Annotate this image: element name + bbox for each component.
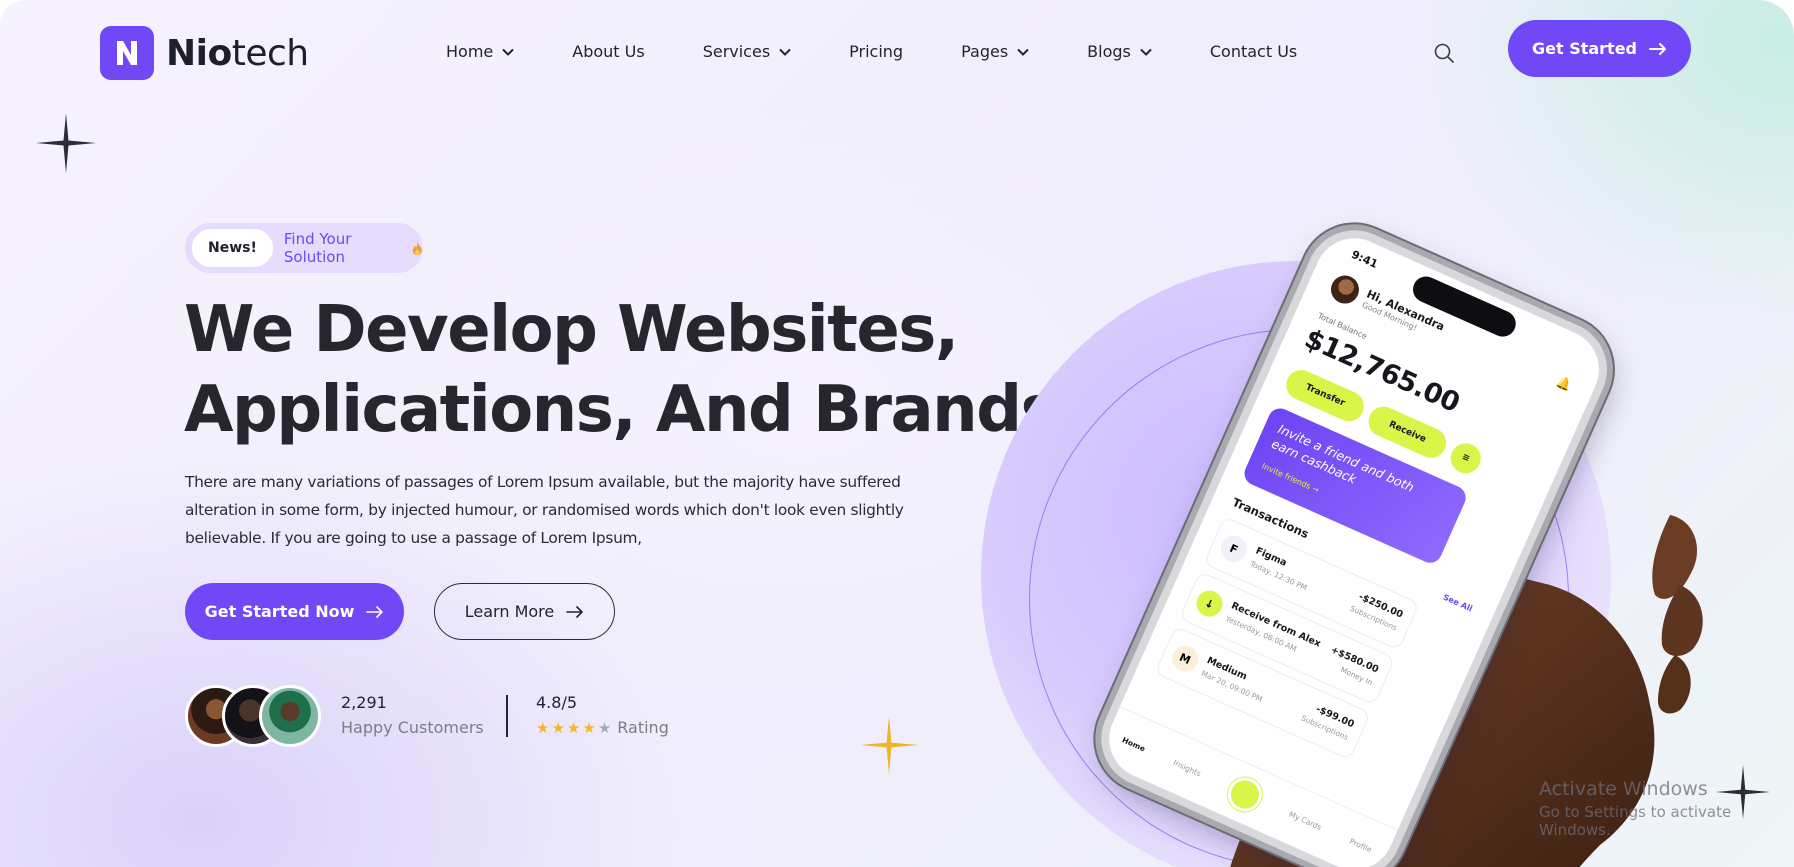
tab-home: Home [1120,735,1147,754]
nav-label: Pricing [849,42,904,61]
arrow-right-icon [1649,42,1666,55]
sparkle-icon [36,113,96,173]
search-button[interactable] [1433,42,1455,64]
figma-icon: F [1216,531,1252,566]
rating-label: Rating [617,718,669,737]
logo-mark [100,26,154,80]
nav-item-home[interactable]: Home [446,42,514,61]
windows-watermark-title: Activate Windows [1539,778,1708,800]
landing-page: Niotech Home About Us Services Pricing P… [0,0,1794,867]
arrow-right-icon [366,605,384,618]
nav-label: Home [446,42,494,61]
nav-item-about[interactable]: About Us [572,42,644,61]
button-label: Get Started Now [204,602,355,621]
star-icon: ★ [566,718,581,737]
nav-label: Blogs [1087,42,1131,61]
button-label: Get Started [1531,39,1637,58]
nav-item-pricing[interactable]: Pricing [849,42,903,61]
hero-title: We Develop Websites, Applications, And B… [184,290,1081,450]
nav-label: Pages [961,42,1009,61]
avatar [1326,271,1364,309]
star-icon: ★ [582,718,596,737]
menu-icon: ≡ [1445,438,1486,479]
star-empty-icon: ★ [597,718,612,737]
fire-icon [412,241,422,255]
sparkle-icon [860,716,918,774]
chevron-down-icon [502,48,514,56]
button-label: Learn More [464,602,555,621]
rating-value: 4.8/5 [536,693,578,712]
chevron-down-icon [779,48,791,56]
avatar [259,685,321,747]
arrow-right-icon [566,605,584,618]
tab-profile: Profile [1348,836,1374,855]
nav-label: Contact Us [1209,42,1298,61]
customers-count: 2,291 [341,693,387,712]
scan-icon [1222,771,1268,817]
nav-item-contact[interactable]: Contact Us [1210,42,1297,61]
see-all-link: See All [1441,592,1474,614]
customers-label: Happy Customers [341,718,484,737]
rating-row: ★ ★ ★ ★ ★ Rating [536,718,669,737]
bell-icon: 🔔 [1554,374,1574,394]
nav-item-pages[interactable]: Pages [961,42,1029,61]
get-started-button[interactable]: Get Started [1508,20,1691,77]
nav-item-services[interactable]: Services [703,42,791,61]
search-icon [1434,43,1454,63]
learn-more-button[interactable]: Learn More [434,583,615,640]
hero-title-line: Applications, And Brands. [184,373,1081,447]
news-pill[interactable]: News! Find Your Solution [185,223,423,273]
windows-watermark-subtitle: Go to Settings to activate Windows. [1539,803,1732,839]
star-icon: ★ [536,718,550,737]
button-label: Receive [1387,419,1428,445]
tab-insights: Insights [1171,758,1203,779]
logo-text: Niotech [166,32,309,74]
medium-icon: M [1167,641,1203,676]
phone-notch [1408,272,1520,341]
arrow-down-icon: ↓ [1192,586,1227,621]
hero-description: There are many variations of passages of… [185,473,904,547]
nav-label: Services [702,42,771,61]
get-started-now-button[interactable]: Get Started Now [185,583,404,640]
tab-my-cards: My Cards [1287,809,1323,832]
status-time: 9:41 [1349,247,1380,271]
hero-title-line: We Develop Websites, [184,293,959,367]
stat-divider [506,695,508,737]
nav-label: About Us [572,42,645,61]
customer-avatars [185,685,321,747]
news-text: Find Your Solution [283,230,352,266]
chevron-down-icon [1017,48,1029,56]
brand-logo[interactable]: Niotech [100,26,309,80]
main-nav: Home About Us Services Pricing Pages Blo… [446,42,1297,61]
nav-item-blogs[interactable]: Blogs [1087,42,1152,61]
news-tag: News! [192,229,273,267]
chevron-down-icon [1140,48,1152,56]
logo-n-icon [117,41,137,65]
button-label: Transfer [1303,382,1347,409]
star-icon: ★ [551,718,565,737]
